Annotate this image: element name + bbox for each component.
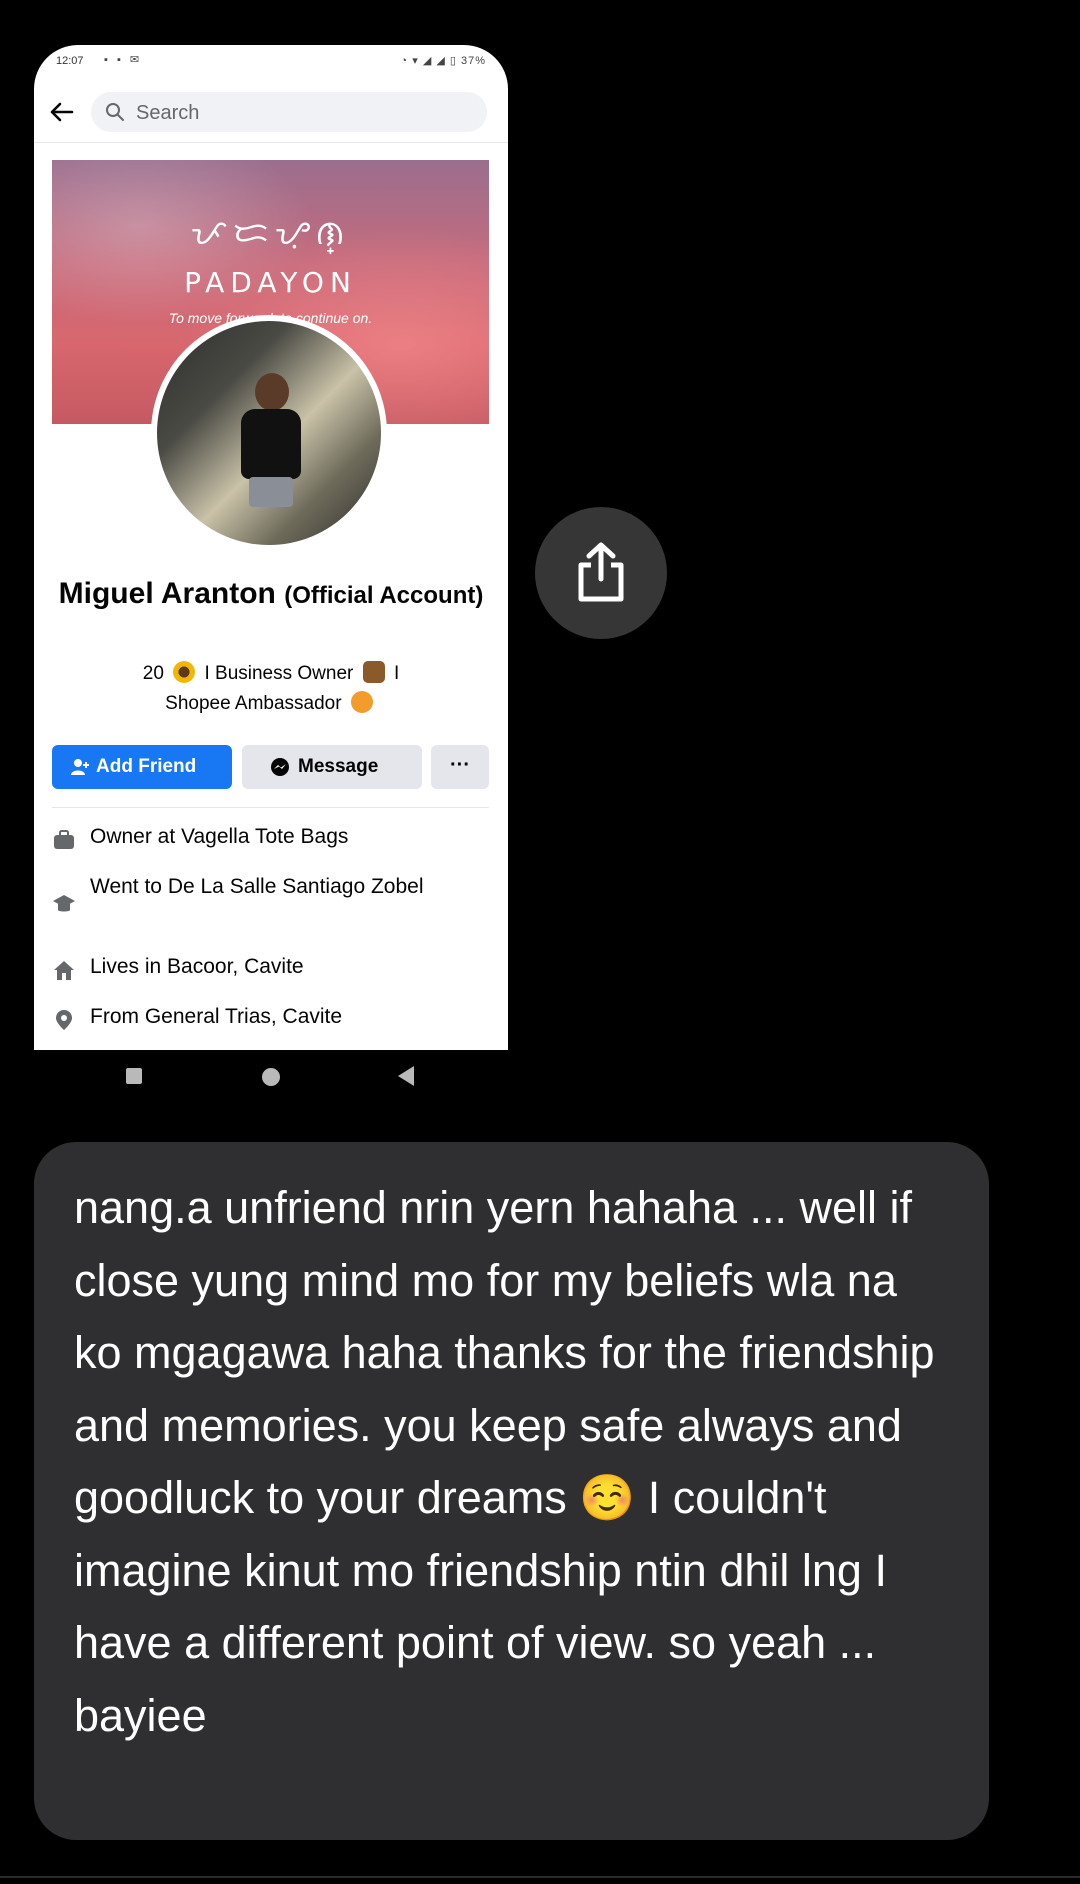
- briefcase-icon: [54, 830, 74, 849]
- share-button[interactable]: [535, 507, 667, 639]
- battery-level: 37%: [460, 55, 486, 67]
- home-icon: [54, 961, 74, 980]
- orange-heart-icon: [350, 691, 373, 713]
- divider: [52, 807, 489, 808]
- top-bar: Search: [34, 87, 508, 137]
- divider: [0, 1876, 1080, 1878]
- notification-icons: ▪ ▪ ✉: [104, 54, 143, 66]
- recents-icon[interactable]: [126, 1068, 142, 1084]
- sunflower-icon: [173, 661, 196, 683]
- share-icon: [578, 542, 624, 602]
- search-icon: [106, 103, 124, 121]
- add-friend-label: Add Friend: [96, 756, 197, 777]
- profile-avatar[interactable]: [151, 315, 387, 551]
- status-time: 12:07: [56, 55, 84, 67]
- bio-separator: I: [393, 663, 400, 684]
- profile-details: Owner at Vagella Tote Bags Went to De La…: [52, 822, 489, 1050]
- profile-actions: Add Friend Message ···: [52, 745, 489, 789]
- search-input[interactable]: Search: [91, 92, 487, 132]
- back-arrow-icon[interactable]: [46, 97, 76, 127]
- more-options-button[interactable]: ···: [431, 745, 489, 789]
- profile-name-text: Miguel Aranton: [58, 577, 276, 610]
- detail-education: Went to De La Salle Santiago Zobel: [52, 872, 489, 952]
- bio-ambassador: Shopee Ambassador: [165, 693, 342, 714]
- divider: [34, 142, 508, 143]
- message-text: nang.a unfriend nrin yern hahaha ... wel…: [74, 1182, 935, 1741]
- android-nav-bar: [0, 1052, 540, 1102]
- cover-title: PADAYON: [184, 266, 357, 299]
- search-placeholder: Search: [136, 102, 200, 124]
- bio-business: I Business Owner: [204, 663, 354, 684]
- detail-residence: Lives in Bacoor, Cavite: [52, 952, 489, 1002]
- message-label: Message: [298, 756, 379, 777]
- avatar-photo: [157, 321, 381, 545]
- status-right: ◔ ▾ ◢ ◢ ▯ 37%: [401, 54, 486, 67]
- profile-name: Miguel Aranton (Official Account): [44, 573, 498, 617]
- message-button[interactable]: Message: [242, 745, 422, 789]
- add-friend-button[interactable]: Add Friend: [52, 745, 232, 789]
- detail-education-text: Went to De La Salle Santiago Zobel: [90, 875, 424, 898]
- detail-hometown-text: From General Trias, Cavite: [90, 1005, 343, 1028]
- detail-work-text: Owner at Vagella Tote Bags: [90, 825, 349, 848]
- profile-name-suffix: (Official Account): [284, 582, 484, 609]
- message-bubble[interactable]: nang.a unfriend nrin yern hahaha ... wel…: [34, 1142, 989, 1840]
- add-friend-icon: [71, 759, 89, 775]
- cover-baybayin-text: ᜉᜇᜌᜓᜈ᜔: [190, 214, 351, 252]
- detail-work: Owner at Vagella Tote Bags: [52, 822, 489, 872]
- status-bar: 12:07 ▪ ▪ ✉ ◔ ▾ ◢ ◢ ▯ 37%: [34, 45, 508, 75]
- briefcase-emoji-icon: [362, 661, 385, 683]
- detail-residence-text: Lives in Bacoor, Cavite: [90, 955, 304, 978]
- profile-screenshot: 12:07 ▪ ▪ ✉ ◔ ▾ ◢ ◢ ▯ 37% Search ᜉᜇᜌᜓᜈ᜔ …: [34, 45, 508, 1050]
- graduation-cap-icon: [53, 895, 75, 912]
- bio-age: 20: [142, 663, 164, 684]
- signal-icon: ◔ ▾ ◢ ◢ ▯: [400, 55, 461, 67]
- home-button-icon[interactable]: [262, 1068, 280, 1086]
- profile-bio: 20 I Business Owner I Shopee Ambassador: [74, 659, 468, 719]
- back-triangle-icon[interactable]: [398, 1066, 414, 1086]
- location-pin-icon: [56, 1010, 72, 1030]
- detail-hometown: From General Trias, Cavite: [52, 1002, 489, 1050]
- messenger-icon: [271, 758, 289, 776]
